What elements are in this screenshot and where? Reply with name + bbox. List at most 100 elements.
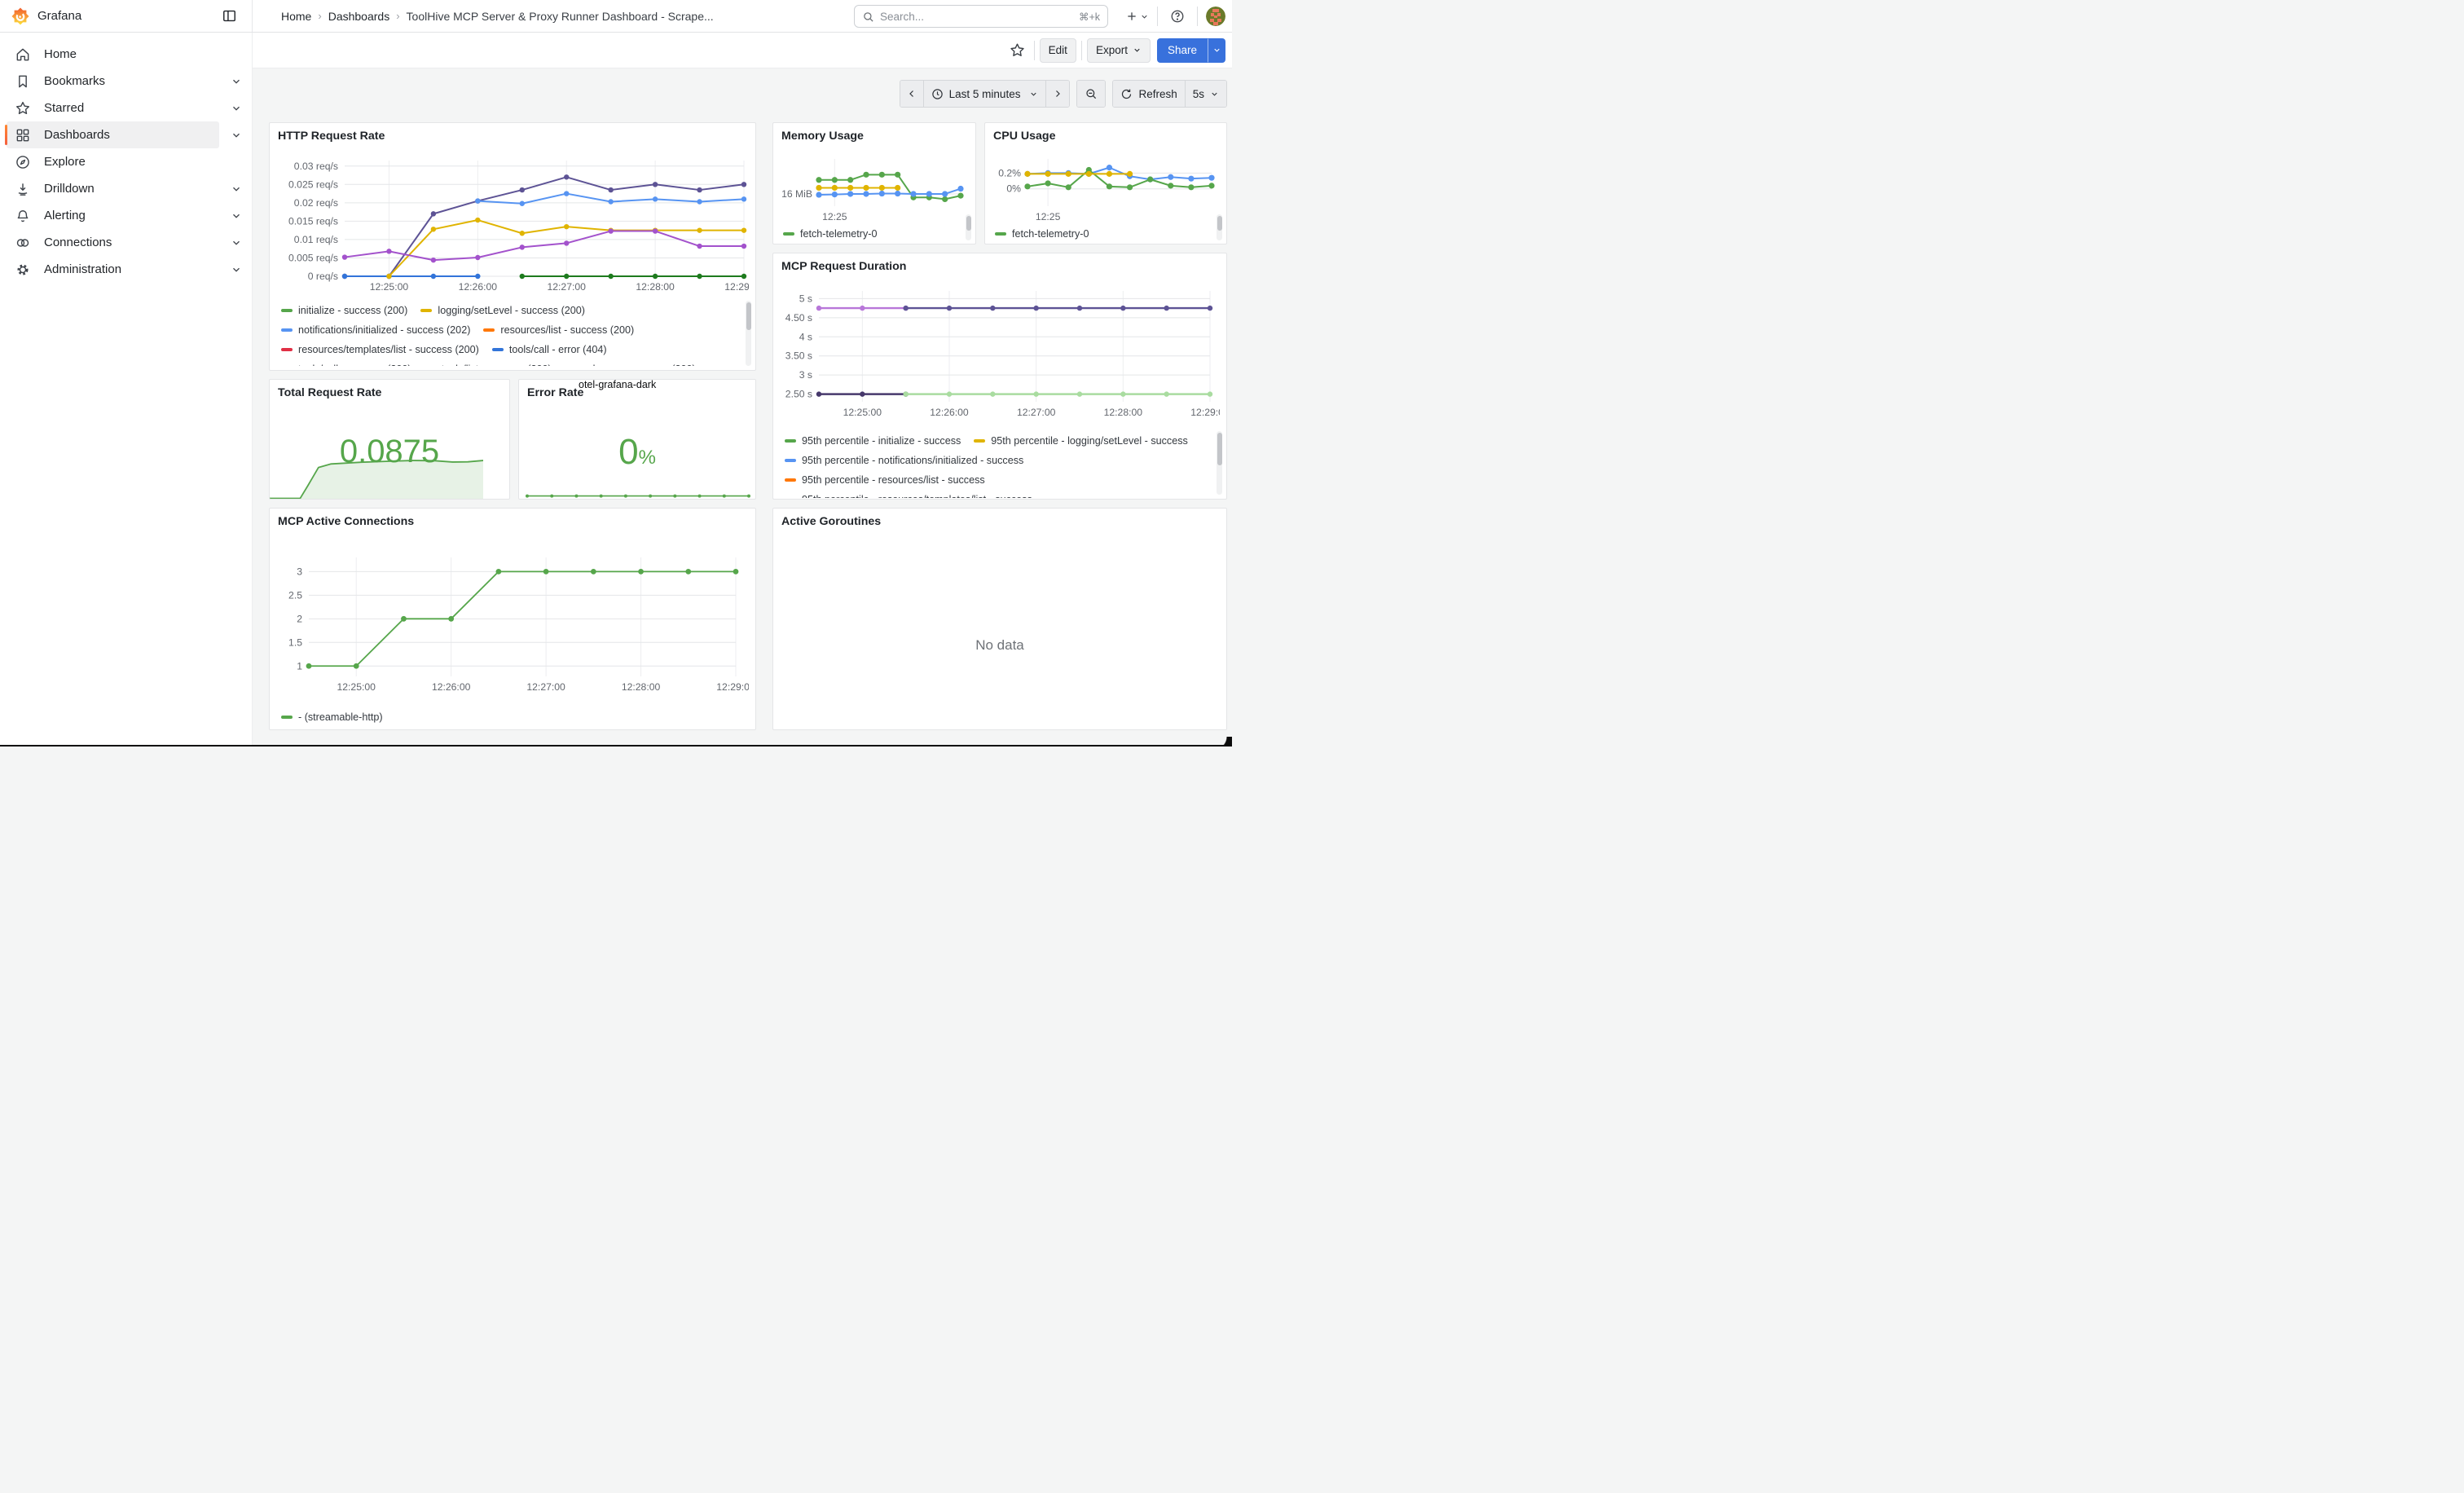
share-dropdown-button[interactable] <box>1208 38 1225 63</box>
sidebar-item-home[interactable]: Home <box>7 41 219 68</box>
cpu-usage-chart[interactable]: 0.2%0%12:25 <box>990 149 1221 224</box>
mcp-request-duration-chart[interactable]: 5 s4.50 s4 s3.50 s3 s2.50 s12:25:0012:26… <box>780 283 1220 423</box>
sidebar-item-administration[interactable]: Administration <box>7 256 219 283</box>
svg-text:0%: 0% <box>1006 183 1021 195</box>
legend-item[interactable]: notifications/initialized - success (202… <box>281 320 470 340</box>
legend-swatch <box>974 439 985 443</box>
sidebar-item-starred[interactable]: Starred <box>7 95 219 121</box>
legend-item[interactable]: unknown - success (200) <box>565 359 696 366</box>
legend-item[interactable]: tools/call - error (404) <box>492 340 607 359</box>
sidebar-item-drilldown[interactable]: Drilldown <box>7 175 219 202</box>
legend-swatch <box>995 232 1006 236</box>
legend-label: fetch-telemetry-0 <box>1012 228 1089 240</box>
legend-swatch <box>785 459 796 463</box>
legend-item[interactable]: 95th percentile - logging/setLevel - suc… <box>974 431 1188 451</box>
breadcrumb: Home › Dashboards › ToolHive MCP Server … <box>281 10 714 23</box>
panel-title[interactable]: Active Goroutines <box>781 515 881 528</box>
chevron-down-icon <box>1140 12 1149 21</box>
chevron-down-icon[interactable] <box>231 237 242 249</box>
legend-swatch <box>281 348 293 352</box>
chevron-down-icon[interactable] <box>231 264 242 275</box>
legend-item[interactable]: resources/templates/list - success (200) <box>281 340 479 359</box>
panel-title[interactable]: CPU Usage <box>993 130 1055 143</box>
panel-memory-usage: Memory Usage 16 MiB12:25 fetch-telemetry… <box>772 122 976 244</box>
legend-item[interactable]: 95th percentile - resources/templates/li… <box>785 490 1032 498</box>
memory-usage-chart[interactable]: 16 MiB12:25 <box>778 149 970 224</box>
panel-title[interactable]: MCP Request Duration <box>781 260 906 273</box>
chevron-down-icon[interactable] <box>231 76 242 87</box>
scrollbar-thumb[interactable] <box>966 216 971 231</box>
sidebar-item-dashboards[interactable]: Dashboards <box>7 121 219 148</box>
zoom-out-group <box>1076 80 1106 108</box>
time-shift-back-button[interactable] <box>900 81 924 107</box>
help-icon[interactable] <box>1166 5 1189 28</box>
breadcrumb-separator: › <box>318 10 321 22</box>
refresh-button[interactable]: Refresh <box>1113 81 1185 107</box>
panel-title[interactable]: Total Request Rate <box>278 386 381 399</box>
breadcrumb-dashboards[interactable]: Dashboards <box>328 10 390 23</box>
chevron-down-icon[interactable] <box>231 130 242 141</box>
divider <box>1157 7 1158 26</box>
legend-swatch <box>783 232 794 236</box>
legend-item[interactable]: - (streamable-http) <box>281 707 383 727</box>
sidebar-item-explore[interactable]: Explore <box>7 148 219 175</box>
legend-item[interactable]: 95th percentile - notifications/initiali… <box>785 451 1023 470</box>
zoom-out-button[interactable] <box>1077 81 1105 107</box>
search-box[interactable]: ⌘+k <box>854 5 1108 28</box>
legend-swatch <box>785 439 796 443</box>
panel-title[interactable]: MCP Active Connections <box>278 515 414 528</box>
edit-button[interactable]: Edit <box>1040 38 1076 63</box>
chevron-left-icon <box>907 89 917 99</box>
grafana-logo-icon[interactable] <box>11 7 29 25</box>
time-shift-forward-button[interactable] <box>1046 81 1069 107</box>
chevron-down-icon[interactable] <box>231 103 242 114</box>
dashboard-canvas: Last 5 minutes Refresh 5s <box>253 68 1232 746</box>
panel-title[interactable]: Error Rate <box>527 386 583 399</box>
svg-text:2.50 s: 2.50 s <box>785 389 812 400</box>
legend-item[interactable]: logging/setLevel - success (200) <box>420 301 585 320</box>
legend-swatch <box>420 309 432 313</box>
legend-label: tools/call - success (200) <box>298 363 411 366</box>
export-button[interactable]: Export <box>1087 38 1151 63</box>
breadcrumb-home[interactable]: Home <box>281 10 311 23</box>
refresh-interval-picker[interactable]: 5s <box>1186 81 1226 107</box>
sidebar-item-alerting[interactable]: Alerting <box>7 202 219 229</box>
legend-scrollbar <box>966 214 971 240</box>
clock-icon <box>931 88 944 100</box>
legend-item[interactable]: 95th percentile - resources/list - succe… <box>785 470 985 490</box>
svg-text:1: 1 <box>297 660 302 672</box>
search-input[interactable] <box>880 11 1073 23</box>
legend-item[interactable]: resources/list - success (200) <box>483 320 634 340</box>
mcp-active-connections-chart[interactable]: 32.521.5112:25:0012:26:0012:27:0012:28:0… <box>276 540 749 702</box>
total-request-rate-value: 0.0875 <box>270 434 509 470</box>
sidebar-item-bookmarks[interactable]: Bookmarks <box>7 68 219 95</box>
scrollbar-thumb[interactable] <box>1217 216 1222 231</box>
duration-legend: 95th percentile - initialize - success95… <box>785 431 1212 498</box>
avatar[interactable] <box>1206 7 1225 26</box>
error-rate-sparkline[interactable] <box>524 487 752 499</box>
chevron-down-icon[interactable] <box>231 210 242 222</box>
legend-item[interactable]: tools/list - success (200) <box>425 359 552 366</box>
legend-item[interactable]: tools/call - success (200) <box>281 359 411 366</box>
panel-title[interactable]: HTTP Request Rate <box>278 130 385 143</box>
svg-text:12:27:00: 12:27:00 <box>547 281 586 293</box>
sidebar-collapse-icon[interactable] <box>218 5 240 28</box>
legend-item[interactable]: fetch-telemetry-0 <box>995 224 1089 244</box>
svg-text:12:27:00: 12:27:00 <box>526 681 565 693</box>
svg-text:12:25:00: 12:25:00 <box>337 681 376 693</box>
panel-title[interactable]: Memory Usage <box>781 130 864 143</box>
http-request-rate-chart[interactable]: 0 req/s0.005 req/s0.01 req/s0.015 req/s0… <box>276 152 749 296</box>
scrollbar-thumb[interactable] <box>1217 433 1222 465</box>
time-range-picker[interactable]: Last 5 minutes <box>924 81 1047 107</box>
zoom-out-icon <box>1085 87 1098 100</box>
star-icon[interactable] <box>1006 39 1029 62</box>
sidebar-item-connections[interactable]: Connections <box>7 229 219 256</box>
share-button[interactable]: Share <box>1157 38 1208 63</box>
chevron-down-icon[interactable] <box>231 183 242 195</box>
legend-item[interactable]: fetch-telemetry-0 <box>783 224 877 244</box>
add-button[interactable] <box>1125 10 1149 23</box>
legend-item[interactable]: initialize - success (200) <box>281 301 407 320</box>
scrollbar-thumb[interactable] <box>746 302 751 330</box>
legend-item[interactable]: 95th percentile - initialize - success <box>785 431 961 451</box>
sidebar-item-label: Explore <box>44 155 86 169</box>
